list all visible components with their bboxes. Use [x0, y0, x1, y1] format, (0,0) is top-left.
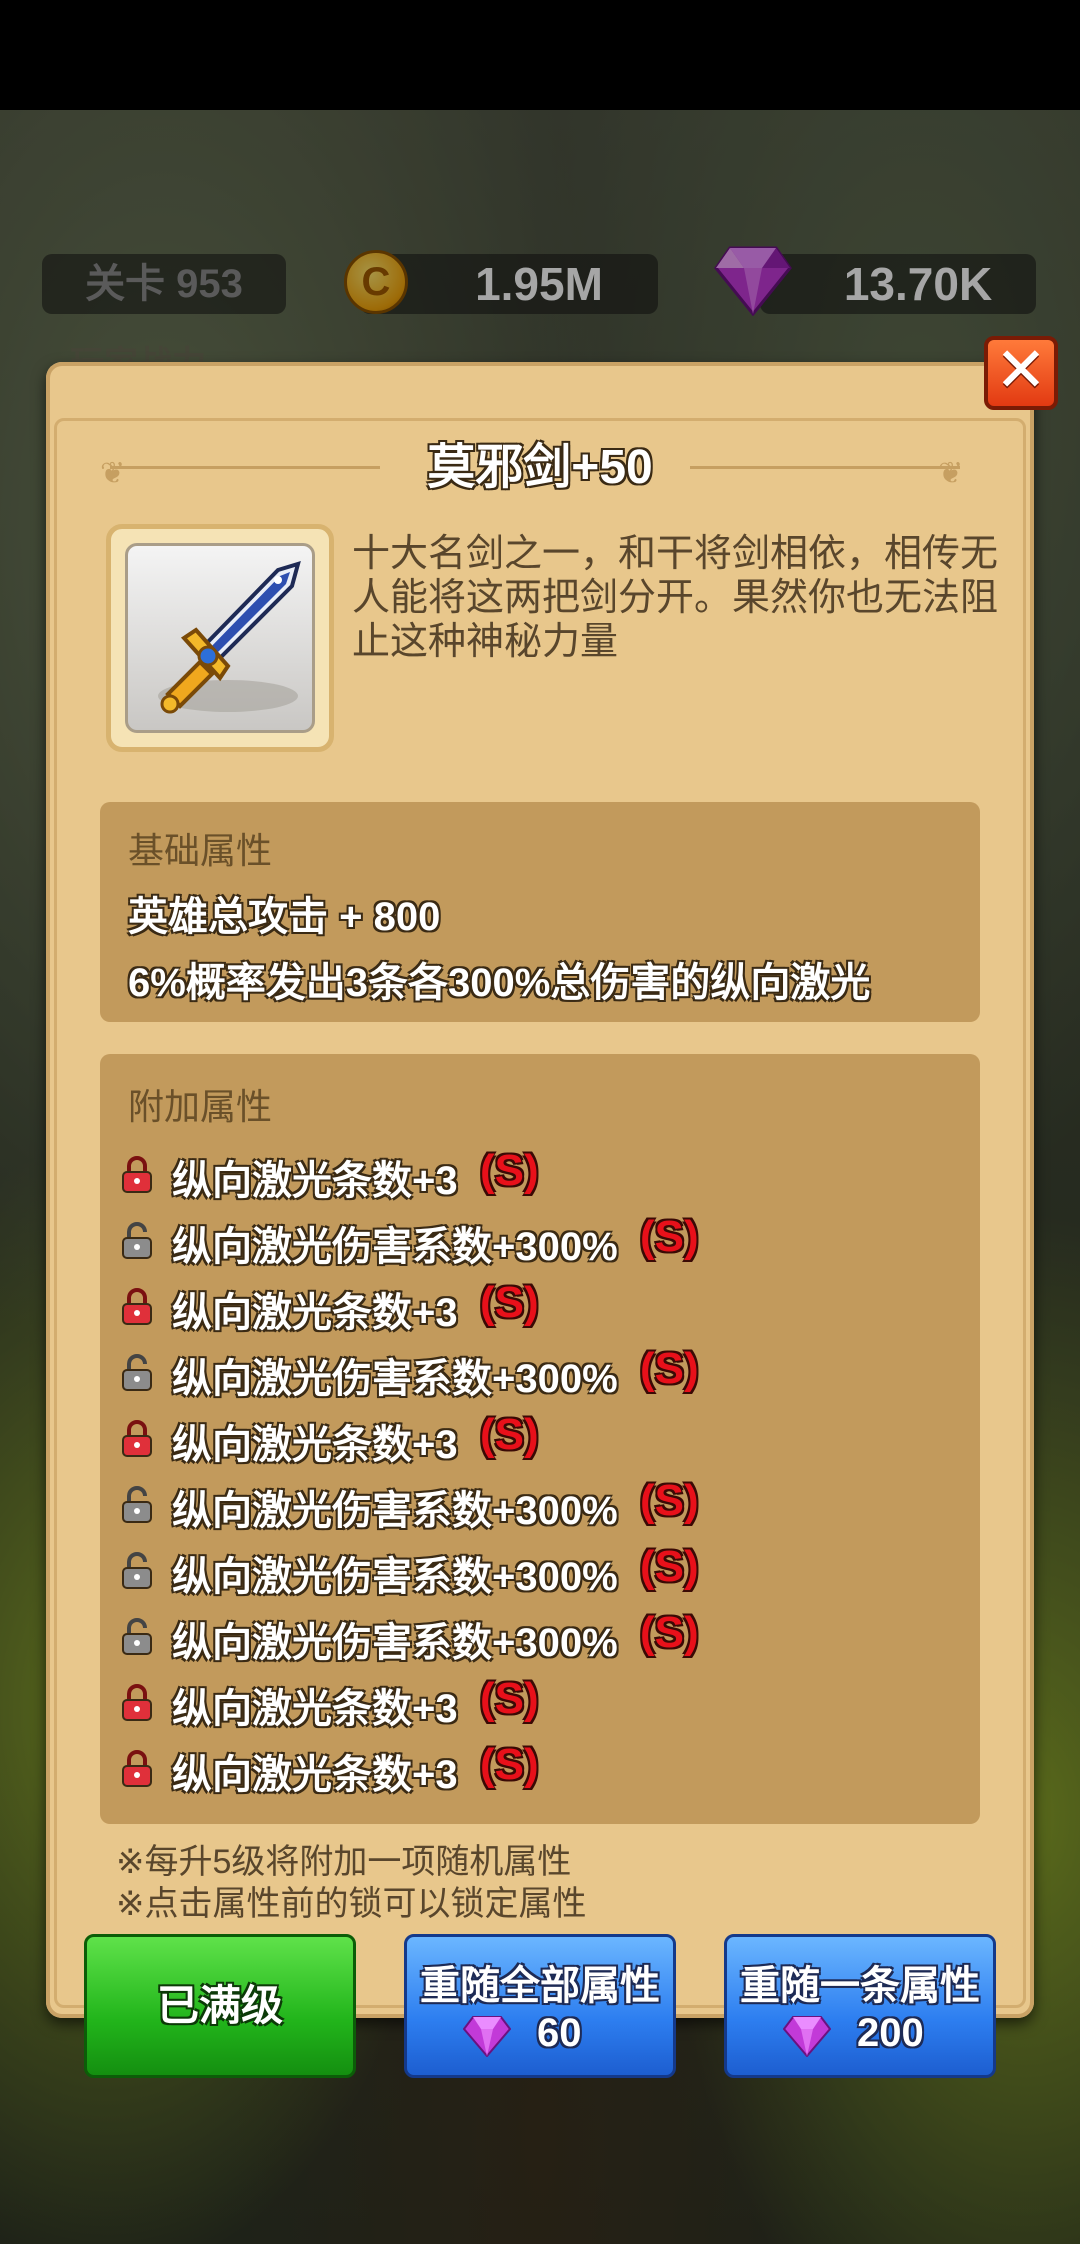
attribute-row: 纵向激光条数+3 (S) — [120, 1276, 960, 1335]
attribute-text: 纵向激光条数+3 — [172, 1159, 458, 1203]
maxed-button[interactable]: 已满级 — [84, 1934, 356, 2078]
reroll-all-price: 60 — [537, 2011, 582, 2055]
attribute-text: 纵向激光条数+3 — [172, 1753, 458, 1797]
attribute-row: 纵向激光伤害系数+300% (S) — [120, 1342, 960, 1401]
base-attributes-panel: 基础属性 英雄总攻击 + 800 6%概率发出3条各300%总伤害的纵向激光 — [100, 802, 980, 1022]
attribute-row: 纵向激光伤害系数+300% (S) — [120, 1210, 960, 1269]
attribute-grade: (S) — [640, 1542, 699, 1591]
note-lock: ※点击属性前的锁可以锁定属性 — [116, 1885, 587, 1923]
attribute-grade: (S) — [480, 1410, 539, 1459]
item-icon-frame — [106, 524, 334, 752]
extra-attributes-title: 附加属性 — [128, 1086, 273, 1127]
gem-icon — [783, 2016, 831, 2057]
attribute-row: 纵向激光条数+3 (S) — [120, 1672, 960, 1731]
attribute-row: 纵向激光条数+3 (S) — [120, 1738, 960, 1797]
attribute-grade: (S) — [640, 1476, 699, 1525]
item-icon-box — [125, 543, 315, 733]
attribute-grade: (S) — [480, 1740, 539, 1789]
attribute-grade: (S) — [640, 1608, 699, 1657]
reroll-one-button[interactable]: 重随一条属性 200 — [724, 1934, 996, 2078]
attribute-text: 纵向激光条数+3 — [172, 1423, 458, 1467]
attribute-text: 纵向激光条数+3 — [172, 1291, 458, 1335]
reroll-all-label: 重随全部属性 — [420, 1964, 660, 2008]
attribute-grade: (S) — [480, 1278, 539, 1327]
attribute-text: 纵向激光伤害系数+300% — [172, 1225, 618, 1269]
attribute-grade: (S) — [640, 1344, 699, 1393]
title-row: ❦ ❦ 莫邪剑+50 — [100, 436, 980, 500]
attribute-text: 纵向激光伤害系数+300% — [172, 1555, 618, 1599]
reroll-one-price: 200 — [857, 2011, 924, 2055]
base-stat-attack: 英雄总攻击 + 800 — [128, 895, 441, 939]
attribute-row: 纵向激光伤害系数+300% (S) — [120, 1606, 960, 1665]
attribute-text: 纵向激光条数+3 — [172, 1687, 458, 1731]
attribute-row: 纵向激光伤害系数+300% (S) — [120, 1540, 960, 1599]
close-button[interactable]: ✕ — [984, 336, 1058, 410]
item-description: 十大名剑之一，和干将剑相依，相传无人能将这两把剑分开。果然你也无法阻止这种神秘力… — [352, 533, 999, 663]
attribute-row: 纵向激光条数+3 (S) — [120, 1144, 960, 1203]
gem-icon — [463, 2016, 511, 2057]
attribute-row: 纵向激光条数+3 (S) — [120, 1408, 960, 1467]
reroll-one-label: 重随一条属性 — [740, 1964, 980, 2008]
extra-attributes-panel: 附加属性 纵向激光条数+3 (S) 纵向激光伤害系数+300% (S) 纵向激光条数+3… — [100, 1054, 980, 1824]
attribute-grade: (S) — [480, 1674, 539, 1723]
attribute-text: 纵向激光伤害系数+300% — [172, 1621, 618, 1665]
base-attributes-title: 基础属性 — [128, 830, 273, 871]
attribute-grade: (S) — [480, 1146, 539, 1195]
attribute-text: 纵向激光伤害系数+300% — [172, 1489, 618, 1533]
attribute-grade: (S) — [640, 1212, 699, 1261]
attribute-text: 纵向激光伤害系数+300% — [172, 1357, 618, 1401]
status-bar-area — [0, 0, 1080, 110]
reroll-all-button[interactable]: 重随全部属性 60 — [404, 1934, 676, 2078]
attribute-row: 纵向激光伤害系数+300% (S) — [120, 1474, 960, 1533]
base-stat-laser: 6%概率发出3条各300%总伤害的纵向激光 — [128, 961, 871, 1005]
item-title: 莫邪剑+50 — [427, 441, 653, 494]
sword-icon — [158, 561, 301, 714]
